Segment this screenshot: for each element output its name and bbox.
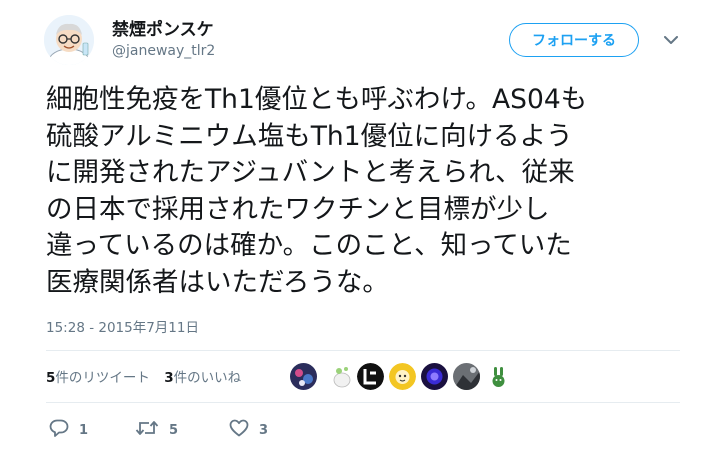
like-stat-label: 件のいいね [173,370,242,386]
reply-count: 1 [79,422,89,438]
retweet-stat-label: 件のリツイート [55,370,150,386]
like-button[interactable]: 3 [229,419,268,441]
retweet-stat[interactable]: 5件のリツイート [46,366,150,386]
liker-avatar[interactable] [329,363,356,390]
retweet-count: 5 [169,422,179,438]
like-stat-count: 3 [164,370,174,386]
tweet-card: 禁煙ポンスケ @janeway_tlr2 フォローする 細胞性免疫をTh1優位と… [0,0,724,474]
reply-button[interactable]: 1 [49,419,88,441]
reply-icon [49,419,69,441]
tweet-text-line: の日本で採用されたワクチンと目標が少し [46,193,550,225]
tweet-text-line: 医療関係者はいただろうな。 [46,266,389,298]
author-avatar[interactable] [44,15,94,65]
liker-avatar[interactable] [453,363,480,390]
tweet-timestamp[interactable]: 15:28 - 2015年7月11日 [46,316,199,336]
retweet-button[interactable]: 5 [135,419,178,441]
liker-avatar[interactable] [357,363,384,390]
liker-avatar[interactable] [485,363,512,390]
author-handle[interactable]: @janeway_tlr2 [112,43,215,59]
tweet-text-line: 細胞性免疫をTh1優位とも呼ぶわけ。AS04も [46,84,588,115]
like-stat[interactable]: 3件のいいね [164,366,241,386]
tweet-text-line: 違っているのは確か。このこと、知っていた [46,230,572,261]
liker-avatar[interactable] [290,363,317,390]
follow-button[interactable]: フォローする [509,23,639,57]
tweet-text: 細胞性免疫をTh1優位とも呼ぶわけ。AS04も 硫酸アルミニウム塩もTh1優位に… [46,82,696,301]
tweet-text-line: に開発されたアジュバントと考えられ、従来 [46,157,575,188]
tweet-stats: 5件のリツイート 3件のいいね [46,366,251,386]
like-count: 3 [259,422,269,438]
author-display-name[interactable]: 禁煙ポンスケ [112,15,214,40]
retweet-stat-count: 5 [46,370,56,386]
heart-icon [229,419,249,441]
tweet-text-line: 硫酸アルミニウム塩もTh1優位に向けるよう [46,120,573,152]
liker-avatar[interactable] [421,363,448,390]
divider [46,350,680,351]
liker-avatar[interactable] [389,363,416,390]
retweet-icon [135,419,159,441]
chevron-down-icon[interactable] [662,32,680,48]
divider [46,402,680,403]
